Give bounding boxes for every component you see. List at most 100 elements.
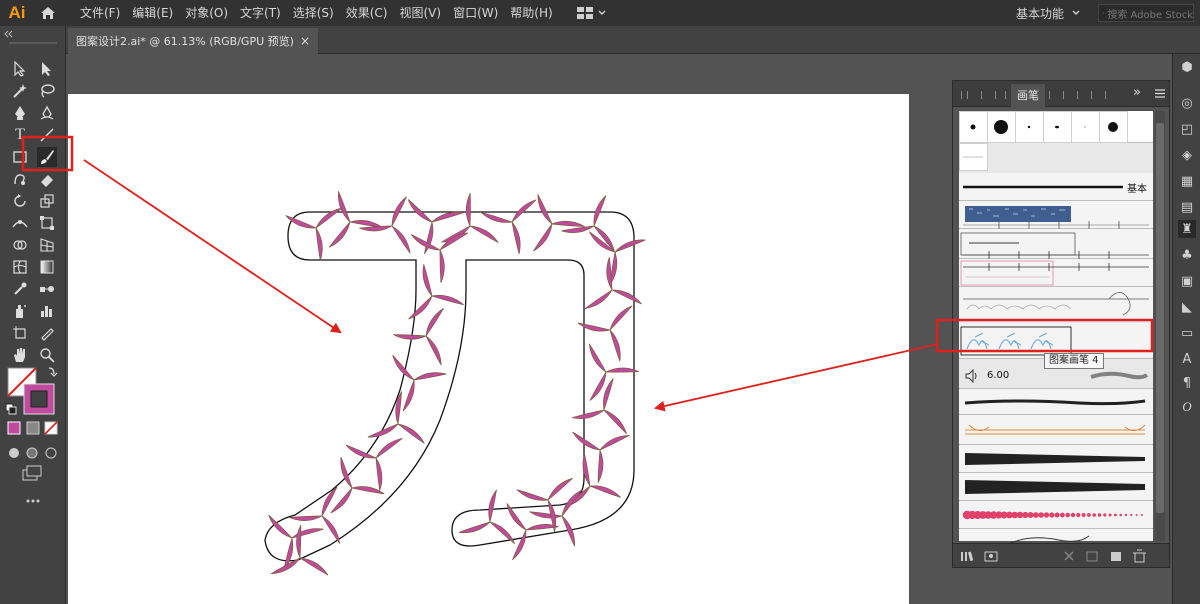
artboard[interactable]: [68, 94, 909, 604]
eraser-tool-icon[interactable]: [37, 169, 57, 189]
pattern-brush-artwork[interactable]: [251, 178, 646, 585]
petal: [609, 251, 618, 285]
petal: [599, 434, 630, 451]
stroke-swatch[interactable]: [23, 383, 55, 415]
stroke-icon[interactable]: ◣: [1178, 298, 1196, 316]
graphic-styles-icon[interactable]: ▣: [1178, 272, 1196, 290]
menu-select[interactable]: 选择(S): [287, 0, 340, 26]
pattern-brush-row-2[interactable]: [959, 229, 1153, 259]
gradient-icon[interactable]: ▭: [1178, 324, 1196, 342]
menu-object[interactable]: 对象(O): [179, 0, 234, 26]
menu-file[interactable]: 文件(F): [74, 0, 126, 26]
petal: [345, 444, 377, 459]
arrange-documents-button[interactable]: [576, 7, 606, 19]
direct-selection-tool-icon[interactable]: [37, 59, 57, 79]
gradient-tool-icon[interactable]: [37, 257, 57, 277]
eyedropper-tool-icon[interactable]: [10, 279, 30, 299]
brush-dot-6: [1108, 122, 1118, 132]
brush-dot: [1114, 513, 1117, 517]
brush-list-scrollbar[interactable]: [1155, 111, 1165, 541]
basic-brush-row[interactable]: 基本: [959, 173, 1153, 201]
artboard-tool-icon[interactable]: [10, 323, 30, 343]
appearance-icon[interactable]: ◎: [1178, 94, 1196, 112]
layers-icon[interactable]: ◈: [1178, 146, 1196, 164]
remove-brush-stroke-icon[interactable]: [1064, 551, 1074, 561]
brush-dot-4: [1055, 125, 1059, 129]
curvature-tool-icon[interactable]: [37, 103, 57, 123]
pattern-brush-row-4[interactable]: [959, 287, 1153, 321]
illustrator-window: Ai 文件(F) 编辑(E) 对象(O) 文字(T) 选择(S) 效果(C) 视…: [0, 0, 1200, 604]
swatches-icon[interactable]: ▤: [1178, 198, 1196, 216]
brushes-tab[interactable]: 画笔: [1011, 84, 1045, 107]
menu-type[interactable]: 文字(T): [234, 0, 287, 26]
home-icon[interactable]: [34, 0, 62, 26]
charcoal-brush-row[interactable]: [959, 389, 1153, 415]
libraries-panel-icon[interactable]: [984, 551, 998, 562]
symbols-icon[interactable]: ♣: [1178, 246, 1196, 264]
petal: [609, 305, 633, 331]
slice-tool-icon[interactable]: [37, 323, 57, 343]
stock-search-input[interactable]: 搜索 Adobe Stock: [1098, 4, 1194, 22]
brush-dot: [1049, 512, 1055, 518]
panel-overflow-icon[interactable]: »: [1133, 85, 1141, 100]
close-icon[interactable]: ×: [300, 34, 310, 48]
petal: [328, 221, 351, 248]
column-graph-tool-icon[interactable]: [37, 301, 57, 321]
dots-brush-row[interactable]: [959, 501, 1153, 529]
paintbrush-tool-icon[interactable]: [37, 147, 57, 167]
selection-tool-icon[interactable]: [10, 59, 30, 79]
symbol-sprayer-tool-icon[interactable]: [10, 301, 30, 321]
line-tool-icon[interactable]: [37, 125, 57, 145]
taper-brush-row-2[interactable]: [959, 473, 1153, 501]
shaper-tool-icon[interactable]: [10, 169, 30, 189]
artwork-canvas[interactable]: [68, 94, 909, 604]
paragraph-icon[interactable]: ¶: [1178, 374, 1196, 392]
brush-dot: [1092, 513, 1096, 517]
lasso-tool-icon[interactable]: [37, 81, 57, 101]
chevron-down-icon: [1072, 10, 1080, 15]
document-tab[interactable]: 图案设计2.ai* @ 61.13% (RGB/GPU 预览) ×: [68, 28, 318, 54]
pattern-brush-row-1[interactable]: [959, 201, 1153, 229]
panel-menu-icon[interactable]: [1155, 89, 1165, 98]
pen-tool-icon[interactable]: [10, 103, 30, 123]
menu-effect[interactable]: 效果(C): [340, 0, 394, 26]
taper-brush-row-1[interactable]: [959, 445, 1153, 473]
rotate-tool-icon[interactable]: [10, 191, 30, 211]
3d-icon[interactable]: ⬢: [1178, 58, 1196, 76]
menu-view[interactable]: 视图(V): [393, 0, 447, 26]
perspective-grid-tool-icon[interactable]: [37, 235, 57, 255]
delete-brush-icon[interactable]: [1133, 549, 1146, 563]
shape-builder-tool-icon[interactable]: [10, 235, 30, 255]
brush-libraries-icon[interactable]: [961, 551, 974, 562]
blend-tool-icon[interactable]: [37, 279, 57, 299]
petal: [299, 557, 329, 576]
workspace-switcher[interactable]: 基本功能: [1016, 0, 1080, 26]
petal: [375, 438, 403, 459]
scale-tool-icon[interactable]: [37, 191, 57, 211]
petal: [431, 211, 464, 223]
free-transform-tool-icon[interactable]: [37, 213, 57, 233]
options-icon[interactable]: [1086, 551, 1098, 562]
magic-wand-tool-icon[interactable]: [10, 81, 30, 101]
tools-panel: T: [0, 26, 66, 604]
rectangle-tool-icon[interactable]: [10, 147, 30, 167]
menu-help[interactable]: 帮助(H): [504, 0, 558, 26]
width-tool-icon[interactable]: [10, 213, 30, 233]
pattern-brush-row-3[interactable]: [959, 259, 1153, 287]
petal-cluster: [285, 207, 343, 261]
menu-window[interactable]: 窗口(W): [447, 0, 504, 26]
menu-edit[interactable]: 编辑(E): [126, 0, 179, 26]
petal: [391, 196, 407, 227]
new-brush-icon[interactable]: [1111, 552, 1121, 561]
brushes-icon[interactable]: ♜: [1178, 220, 1196, 238]
artboards-icon[interactable]: ▦: [1178, 172, 1196, 190]
border-brush-row[interactable]: [959, 415, 1153, 445]
petal: [480, 211, 513, 223]
transform-icon[interactable]: ◰: [1178, 120, 1196, 138]
brush-tooltip: 图案画笔 4: [1044, 353, 1104, 369]
character-icon[interactable]: A: [1178, 350, 1196, 368]
opentype-icon[interactable]: O: [1178, 398, 1196, 416]
type-tool-icon[interactable]: T: [10, 125, 30, 145]
mesh-tool-icon[interactable]: [10, 257, 30, 277]
petal: [422, 264, 433, 297]
